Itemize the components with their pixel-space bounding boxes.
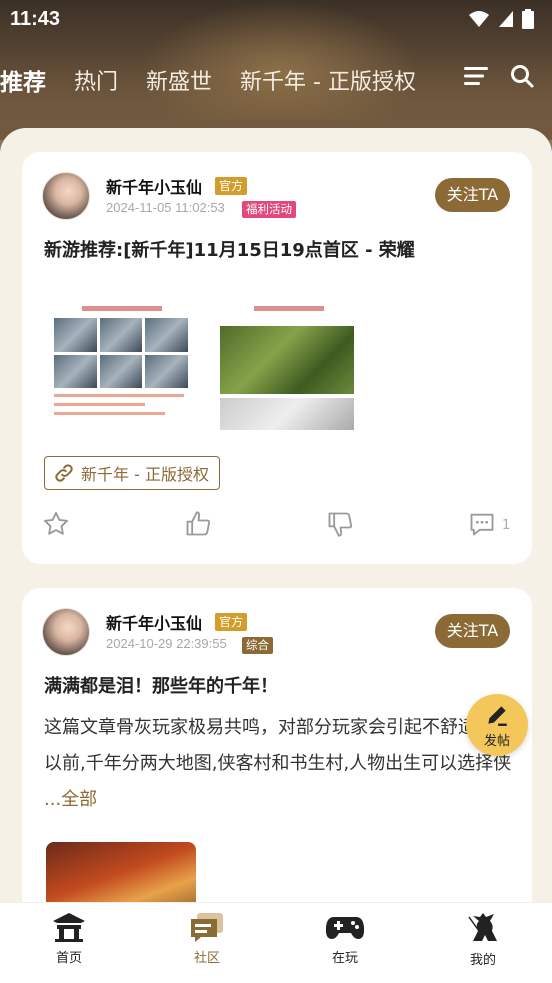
community-icon bbox=[191, 913, 223, 942]
avatar[interactable] bbox=[42, 608, 90, 656]
tab-recommend[interactable]: 推荐 bbox=[0, 63, 46, 97]
post-time: 2024-10-29 22:39:55 bbox=[106, 636, 227, 651]
search-icon[interactable] bbox=[510, 64, 534, 88]
thumbs-down-icon[interactable] bbox=[326, 510, 354, 538]
comment-count: 1 bbox=[502, 518, 511, 533]
read-more-link[interactable]: ...全部 bbox=[44, 789, 97, 810]
tab-xinqiannian[interactable]: 新千年 - 正版授权 bbox=[240, 64, 416, 96]
home-pavilion-icon bbox=[53, 913, 85, 942]
nav-playing[interactable]: 在玩 bbox=[276, 903, 414, 983]
nav-playing-label: 在玩 bbox=[331, 951, 358, 966]
nav-home-label: 首页 bbox=[55, 951, 82, 966]
post-images bbox=[48, 302, 360, 430]
post-title[interactable]: 满满都是泪！那些年的千年！ bbox=[44, 672, 278, 698]
category-badge: 综合 bbox=[242, 637, 273, 654]
warrior-icon bbox=[468, 913, 497, 941]
post-card[interactable]: 新千年小玉仙 官方 2024-10-29 22:39:55 综合 关注TA 满满… bbox=[22, 588, 532, 952]
follow-button[interactable]: 关注TA bbox=[435, 614, 510, 648]
status-icons bbox=[468, 9, 534, 29]
author-name[interactable]: 新千年小玉仙 bbox=[106, 610, 202, 634]
post-body-text: 这篇文章骨灰玩家极易共鸣，对部分玩家会引起不舒适 ： · 以前,千年分两大地图,… bbox=[44, 717, 512, 774]
post-actions: 1 bbox=[22, 510, 532, 544]
wifi-icon bbox=[469, 11, 489, 27]
post-image[interactable] bbox=[214, 302, 360, 430]
avatar[interactable] bbox=[42, 172, 90, 220]
game-link-tag[interactable]: 新千年 - 正版授权 bbox=[44, 456, 220, 490]
comment-icon[interactable] bbox=[468, 510, 496, 538]
follow-button[interactable]: 关注TA bbox=[435, 178, 510, 212]
category-tabs: 推荐 热门 新盛世 新千年 - 正版授权 bbox=[0, 60, 552, 100]
post-time: 2024-11-05 11:02:53 bbox=[106, 200, 225, 215]
nav-community[interactable]: 社区 bbox=[138, 903, 276, 983]
post-body[interactable]: 这篇文章骨灰玩家极易共鸣，对部分玩家会引起不舒适 ： · 以前,千年分两大地图,… bbox=[44, 710, 514, 818]
nav-mine-label: 我的 bbox=[469, 953, 496, 968]
signal-icon bbox=[499, 11, 513, 27]
create-post-button[interactable]: 发帖 bbox=[466, 694, 528, 756]
tab-xinshengshi[interactable]: 新盛世 bbox=[146, 64, 212, 96]
pencil-icon bbox=[488, 705, 507, 726]
battery-icon bbox=[522, 9, 534, 29]
thumbs-up-icon[interactable] bbox=[184, 510, 212, 538]
menu-icon[interactable] bbox=[464, 66, 488, 86]
nav-home[interactable]: 首页 bbox=[0, 903, 138, 983]
post-card[interactable]: 新千年小玉仙 官方 2024-11-05 11:02:53 福利活动 关注TA … bbox=[22, 152, 532, 564]
link-tag-label: 新千年 - 正版授权 bbox=[81, 465, 209, 484]
status-bar: 11:43 bbox=[0, 0, 552, 38]
post-image[interactable] bbox=[48, 302, 194, 430]
star-icon[interactable] bbox=[42, 510, 70, 538]
tab-hot[interactable]: 热门 bbox=[74, 64, 118, 96]
bottom-nav: 首页 社区 在玩 我的 bbox=[0, 902, 552, 983]
official-badge: 官方 bbox=[215, 613, 248, 631]
post-title[interactable]: 新游推荐:[新千年]11月15日19点首区 - 荣耀 bbox=[44, 236, 415, 262]
author-name[interactable]: 新千年小玉仙 bbox=[106, 174, 202, 198]
official-badge: 官方 bbox=[215, 177, 248, 195]
create-post-label: 发帖 bbox=[483, 733, 510, 749]
status-time: 11:43 bbox=[10, 7, 61, 30]
nav-community-label: 社区 bbox=[193, 951, 220, 966]
nav-mine[interactable]: 我的 bbox=[414, 903, 552, 983]
link-icon bbox=[55, 464, 73, 482]
gamepad-icon bbox=[326, 917, 364, 939]
category-badge: 福利活动 bbox=[242, 201, 296, 218]
